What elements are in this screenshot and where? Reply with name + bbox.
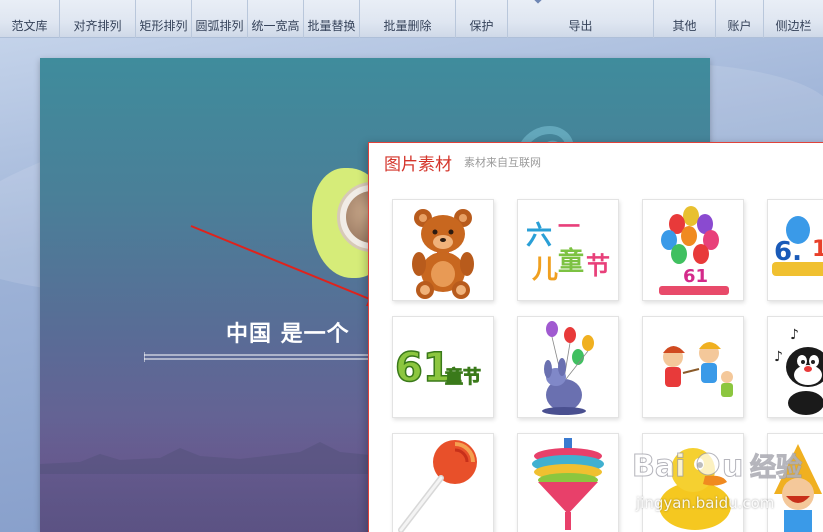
ribbon-group-label: 批量删除: [383, 19, 432, 33]
slide-title-text[interactable]: 中国 是一个: [226, 316, 350, 348]
teddy-bear-icon: [412, 209, 474, 299]
ribbon-group-uniform-size[interactable]: 统一宽高: [248, 0, 304, 38]
ribbon-group-label: 范文库: [11, 19, 48, 33]
ribbon-group-other[interactable]: 其他: [654, 0, 716, 38]
svg-text:♪: ♪: [774, 349, 783, 365]
watermark-url: jingyan.baidu.com: [636, 494, 775, 512]
ribbon-group-template-library[interactable]: 范文库: [0, 0, 60, 38]
image-thumb-donkey-balloons[interactable]: [517, 316, 619, 418]
ribbon-group-label: 侧边栏: [775, 19, 812, 33]
cartoon-cat-icon: ♪ ♪: [774, 327, 823, 415]
panel-subtitle: 素材来自互联网: [464, 156, 541, 169]
svg-text:六: 六: [526, 221, 552, 251]
svg-text:61: 61: [395, 345, 451, 391]
panel-title: 图片素材: [384, 154, 452, 175]
svg-text:儿: 儿: [532, 255, 558, 285]
ribbon-group-arc-arrange[interactable]: 圆弧排列: [192, 0, 248, 38]
ribbon-group-label: 其他: [672, 19, 697, 33]
export-dropdown-marker-icon: [532, 0, 544, 4]
ribbon-group-label: 统一宽高: [251, 19, 300, 33]
ribbon-group-batch-delete[interactable]: 批量删除: [360, 0, 456, 38]
image-thumb-spinning-top[interactable]: [517, 433, 619, 532]
ribbon-group-label: 账户: [727, 19, 752, 33]
ribbon-group-label: 导出: [568, 19, 593, 33]
childrens-day-text-icon: 六 一 儿 童 节: [526, 215, 610, 285]
svg-text:一: 一: [558, 215, 580, 240]
svg-text:童节: 童节: [445, 366, 481, 388]
svg-text:Bai: Bai: [632, 449, 685, 484]
ribbon-group-account[interactable]: 账户: [716, 0, 764, 38]
childrens-day-banner-icon: 6. 1: [772, 216, 823, 276]
svg-text:童: 童: [558, 246, 584, 277]
61-childrens-day-green-icon: 61 童节: [394, 344, 481, 392]
image-thumb-61-childrens-day[interactable]: 61 童节: [392, 316, 494, 418]
image-thumb-balloons-61[interactable]: 61: [642, 199, 744, 301]
image-thumb-cartoon-cat[interactable]: ♪ ♪: [767, 316, 823, 418]
balloons-61-icon: 61: [659, 206, 729, 295]
image-thumb-kids-playing[interactable]: [642, 316, 744, 418]
ribbon-group-label: 保护: [469, 19, 494, 33]
ribbon-group-align[interactable]: 对齐排列: [60, 0, 136, 38]
image-thumb-teddy-bear[interactable]: [392, 199, 494, 301]
baidu-logo-icon: Bai u 经验: [632, 449, 803, 485]
svg-text:经验: 经验: [750, 452, 802, 483]
ribbon-group-label: 批量替换: [307, 19, 356, 33]
panel-header: 图片素材 素材来自互联网: [369, 143, 823, 181]
spinning-top-icon: [532, 438, 604, 530]
ribbon-group-export[interactable]: 导出: [508, 0, 654, 38]
donkey-balloons-icon: [542, 321, 594, 415]
ribbon-group-protect[interactable]: 保护: [456, 0, 508, 38]
ribbon-toolbar: 范文库 对齐排列 矩形排列 圆弧排列 统一宽高 批量替换 批量删除 保护 导出 …: [0, 0, 823, 38]
image-thumb-lollipop[interactable]: [392, 433, 494, 532]
ribbon-group-label: 矩形排列: [139, 19, 188, 33]
svg-text:61: 61: [683, 266, 708, 287]
svg-text:♪: ♪: [790, 327, 799, 343]
ribbon-group-rect-arrange[interactable]: 矩形排列: [136, 0, 192, 38]
svg-text:u: u: [722, 449, 743, 484]
image-thumb-childrens-day-banner[interactable]: 6. 1: [767, 199, 823, 301]
ribbon-group-sidebar[interactable]: 侧边栏: [764, 0, 823, 38]
baidu-watermark: Bai u 经验 jingyan.baidu.com: [632, 440, 822, 520]
kids-playing-icon: [663, 342, 733, 397]
lollipop-icon: [398, 440, 477, 532]
image-thumb-childrens-day-text[interactable]: 六 一 儿 童 节: [517, 199, 619, 301]
svg-text:节: 节: [586, 252, 610, 280]
ribbon-group-label: 对齐排列: [73, 19, 122, 33]
ribbon-group-label: 圆弧排列: [195, 19, 244, 33]
ribbon-group-batch-replace[interactable]: 批量替换: [304, 0, 360, 38]
slide-title-underline: [144, 352, 384, 362]
svg-text:1: 1: [812, 237, 823, 262]
